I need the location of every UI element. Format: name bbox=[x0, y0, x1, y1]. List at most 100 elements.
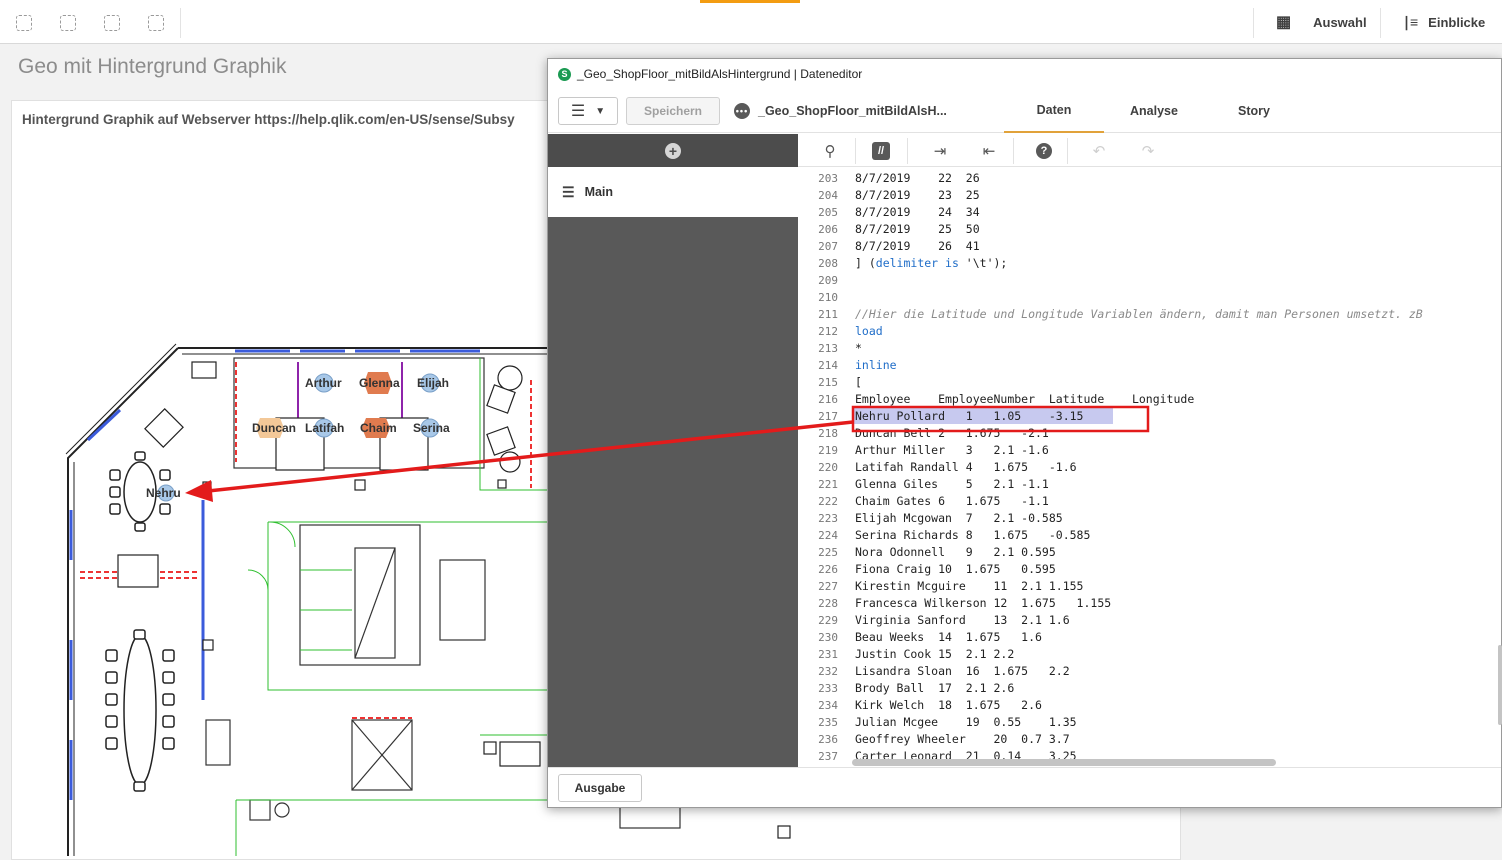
code-line[interactable]: 232 Lisandra Sloan 16 1.675 2.2 bbox=[798, 663, 1501, 680]
code-line[interactable]: 210 bbox=[798, 289, 1501, 306]
line-number: 229 bbox=[818, 614, 838, 627]
line-number: 218 bbox=[818, 427, 838, 440]
code-line[interactable]: 214 inline bbox=[798, 357, 1501, 374]
code-line[interactable]: 212 load bbox=[798, 323, 1501, 340]
line-text: Serina Richards 8 1.675 -0.585 bbox=[855, 528, 1091, 542]
line-text: Latifah Randall 4 1.675 -1.6 bbox=[855, 460, 1077, 474]
code-line[interactable]: 217 Nehru Pollard 1 1.05 -3.15 bbox=[798, 408, 1501, 425]
code-line[interactable]: 209 bbox=[798, 272, 1501, 289]
code-line[interactable]: 225 Nora Odonnell 9 2.1 0.595 bbox=[798, 544, 1501, 561]
line-text: Fiona Craig 10 1.675 0.595 bbox=[855, 562, 1056, 576]
code-line[interactable]: 234 Kirk Welch 18 1.675 2.6 bbox=[798, 697, 1501, 714]
map-label[interactable]: Nehru bbox=[146, 486, 181, 500]
search-icon[interactable]: ⚲ bbox=[817, 138, 843, 164]
map-label[interactable]: Latifah bbox=[305, 421, 344, 435]
save-button[interactable]: Speichern bbox=[626, 97, 720, 125]
undo-icon[interactable]: ↶ bbox=[1086, 138, 1112, 164]
code-line[interactable]: 229 Virginia Sanford 13 2.1 1.6 bbox=[798, 612, 1501, 629]
code-line[interactable]: 224 Serina Richards 8 1.675 -0.585 bbox=[798, 527, 1501, 544]
code-line[interactable]: 218 Duncan Bell 2 1.675 -2.1 bbox=[798, 425, 1501, 442]
data-editor-window[interactable]: S _Geo_ShopFloor_mitBildAlsHintergrund |… bbox=[547, 58, 1502, 808]
menu-button[interactable]: ☰ ▼ bbox=[558, 97, 618, 125]
line-text: Francesca Wilkerson 12 1.675 1.155 bbox=[855, 596, 1112, 610]
code-line[interactable]: 219 Arthur Miller 3 2.1 -1.6 bbox=[798, 442, 1501, 459]
code-line[interactable]: 233 Brody Ball 17 2.1 2.6 bbox=[798, 680, 1501, 697]
line-number: 228 bbox=[818, 597, 838, 610]
drag-handle-icon[interactable]: ☰ bbox=[562, 184, 575, 201]
help-icon[interactable]: ? bbox=[1031, 138, 1057, 164]
line-text: 8/7/2019 25 50 bbox=[855, 222, 980, 236]
line-number: 213 bbox=[818, 342, 838, 355]
line-number: 222 bbox=[818, 495, 838, 508]
code-line[interactable]: 220 Latifah Randall 4 1.675 -1.6 bbox=[798, 459, 1501, 476]
line-text: 8/7/2019 24 34 bbox=[855, 205, 980, 219]
output-button[interactable]: Ausgabe bbox=[558, 774, 642, 802]
sections-sidebar: + ☰ Main bbox=[548, 134, 798, 767]
app-name[interactable]: ••• _Geo_ShopFloor_mitBildAlsH... bbox=[734, 97, 947, 125]
hamburger-icon: ☰ bbox=[570, 103, 586, 120]
line-number: 214 bbox=[818, 359, 838, 372]
line-text: Glenna Giles 5 2.1 -1.1 bbox=[855, 477, 1049, 491]
line-text: Lisandra Sloan 16 1.675 2.2 bbox=[855, 664, 1070, 678]
line-text: 8/7/2019 22 26 bbox=[855, 171, 980, 185]
code-line[interactable]: 215 [ bbox=[798, 374, 1501, 391]
map-label[interactable]: Elijah bbox=[417, 376, 449, 390]
line-number: 205 bbox=[818, 206, 838, 219]
sidebar-header: + bbox=[548, 134, 798, 167]
code-line[interactable]: 203 8/7/2019 22 26 bbox=[798, 170, 1501, 187]
line-number: 215 bbox=[818, 376, 838, 389]
code-line[interactable]: 221 Glenna Giles 5 2.1 -1.1 bbox=[798, 476, 1501, 493]
code-line[interactable]: 222 Chaim Gates 6 1.675 -1.1 bbox=[798, 493, 1501, 510]
code-line[interactable]: 207 8/7/2019 26 41 bbox=[798, 238, 1501, 255]
code-line[interactable]: 236 Geoffrey Wheeler 20 0.7 3.7 bbox=[798, 731, 1501, 748]
section-main[interactable]: ☰ Main bbox=[548, 167, 798, 217]
line-text: Beau Weeks 14 1.675 1.6 bbox=[855, 630, 1042, 644]
code-line[interactable]: 213 * bbox=[798, 340, 1501, 357]
line-number: 204 bbox=[818, 189, 838, 202]
indent-icon[interactable]: ⇥ bbox=[927, 138, 953, 164]
code-line[interactable]: 228 Francesca Wilkerson 12 1.675 1.155 bbox=[798, 595, 1501, 612]
add-section-icon[interactable]: + bbox=[665, 142, 681, 159]
line-number: 221 bbox=[818, 478, 838, 491]
horizontal-scrollbar[interactable] bbox=[852, 759, 1276, 766]
line-number: 235 bbox=[818, 716, 838, 729]
map-label[interactable]: Duncan bbox=[252, 421, 296, 435]
window-titlebar[interactable]: S _Geo_ShopFloor_mitBildAlsHintergrund |… bbox=[548, 59, 1501, 89]
line-number: 236 bbox=[818, 733, 838, 746]
outdent-icon[interactable]: ⇤ bbox=[976, 138, 1002, 164]
code-line[interactable]: 230 Beau Weeks 14 1.675 1.6 bbox=[798, 629, 1501, 646]
line-number: 220 bbox=[818, 461, 838, 474]
tab-daten[interactable]: Daten bbox=[1004, 89, 1104, 133]
tab-story[interactable]: Story bbox=[1204, 89, 1304, 133]
map-label[interactable]: Serina bbox=[413, 421, 450, 435]
line-number: 210 bbox=[818, 291, 838, 304]
code-line[interactable]: 208] (delimiter is '\t'); bbox=[798, 255, 1501, 272]
line-text: [ bbox=[855, 375, 862, 389]
code-line[interactable]: 231 Justin Cook 15 2.1 2.2 bbox=[798, 646, 1501, 663]
code-line[interactable]: 227 Kirestin Mcguire 11 2.1 1.155 bbox=[798, 578, 1501, 595]
code-line[interactable]: 216 Employee EmployeeNumber Latitude Long… bbox=[798, 391, 1501, 408]
line-number: 217 bbox=[818, 410, 838, 423]
more-icon: ••• bbox=[734, 103, 750, 119]
line-number: 219 bbox=[818, 444, 838, 457]
map-label[interactable]: Chaim bbox=[360, 421, 397, 435]
script-editor[interactable]: 203 8/7/2019 22 26 204 8/7/2019 23 25 205 8/7… bbox=[798, 167, 1501, 767]
code-line[interactable]: 204 8/7/2019 23 25 bbox=[798, 187, 1501, 204]
code-line[interactable]: 205 8/7/2019 24 34 bbox=[798, 204, 1501, 221]
redo-icon[interactable]: ↷ bbox=[1135, 138, 1161, 164]
code-line[interactable]: 223 Elijah Mcgowan 7 2.1 -0.585 bbox=[798, 510, 1501, 527]
line-text: ] (delimiter is '\t'); bbox=[855, 256, 1008, 270]
editor-toolbar: ⚲ // ⇥ ⇤ ? ↶ ↷ bbox=[798, 134, 1501, 167]
tab-analyse[interactable]: Analyse bbox=[1104, 89, 1204, 133]
code-line[interactable]: 235 Julian Mcgee 19 0.55 1.35 bbox=[798, 714, 1501, 731]
vertical-scrollbar[interactable] bbox=[1498, 645, 1502, 725]
line-text: load bbox=[855, 324, 883, 338]
code-line[interactable]: 206 8/7/2019 25 50 bbox=[798, 221, 1501, 238]
line-text: Kirestin Mcguire 11 2.1 1.155 bbox=[855, 579, 1084, 593]
comment-icon[interactable]: // bbox=[872, 142, 890, 160]
map-label[interactable]: Glenna bbox=[359, 376, 400, 390]
line-number: 231 bbox=[818, 648, 838, 661]
code-line[interactable]: 211 //Hier die Latitude und Longitude Var… bbox=[798, 306, 1501, 323]
code-line[interactable]: 226 Fiona Craig 10 1.675 0.595 bbox=[798, 561, 1501, 578]
map-label[interactable]: Arthur bbox=[305, 376, 342, 390]
